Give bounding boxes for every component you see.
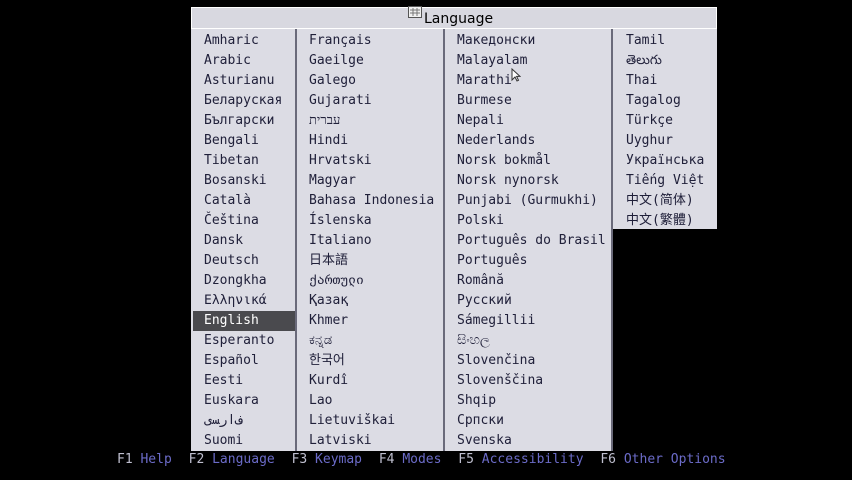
f2-language-key[interactable]: F2 Language (189, 451, 275, 469)
language-option[interactable]: Bahasa Indonesia (297, 191, 443, 211)
f5-accessibility-key[interactable]: F5 Accessibility (458, 451, 583, 469)
language-option[interactable]: Italiano (297, 231, 443, 251)
language-option[interactable]: Tagalog (613, 91, 717, 111)
language-list: Македонски Malayalam Marathi Burmese Nepali N… (445, 31, 611, 451)
language-option[interactable]: Polski (445, 211, 611, 231)
function-key-bar: F1 Help F2 Language F3 Keymap F4 Modes F… (117, 451, 735, 469)
language-option[interactable]: Deutsch (191, 251, 295, 271)
language-option[interactable]: Amharic (191, 31, 295, 51)
language-option[interactable]: Esperanto (191, 331, 295, 351)
language-option[interactable]: Malayalam (445, 51, 611, 71)
language-list: Amharic Arabic Asturianu Беларуская Българск… (191, 31, 295, 451)
language-option[interactable]: Türkçe (613, 111, 717, 131)
language-option[interactable]: Magyar (297, 171, 443, 191)
language-option[interactable]: Kurdî (297, 371, 443, 391)
language-option[interactable]: ქართული (297, 271, 443, 291)
language-option[interactable]: 中文(繁體) (613, 211, 717, 231)
language-option[interactable]: Arabic (191, 51, 295, 71)
language-column-1: Amharic Arabic Asturianu Беларуская Българск… (191, 29, 297, 451)
language-option[interactable]: ﻑﺍﺭﺴﻯ (191, 411, 295, 431)
language-option[interactable]: Bosanski (191, 171, 295, 191)
language-option[interactable]: Tiếng Việt (613, 171, 717, 191)
language-option[interactable]: Қазақ (297, 291, 443, 311)
language-option[interactable]: Српски (445, 411, 611, 431)
language-option[interactable]: Português do Brasil (445, 231, 611, 251)
language-list: Français Gaeilge Galego Gujarati עברית Hindi H… (297, 31, 443, 451)
language-option[interactable]: Nepali (445, 111, 611, 131)
language-option[interactable]: Galego (297, 71, 443, 91)
language-option[interactable]: Dansk (191, 231, 295, 251)
language-column-4: Tamil తెలుగు Thai Tagalog Türkçe Uyghur Україн… (613, 29, 717, 229)
keyboard-icon (408, 6, 422, 18)
language-option[interactable]: Marathi (445, 71, 611, 91)
language-option[interactable]: 中文(简体) (613, 191, 717, 211)
language-option[interactable]: Slovenščina (445, 371, 611, 391)
language-option[interactable]: Asturianu (191, 71, 295, 91)
language-option[interactable]: Română (445, 271, 611, 291)
language-option[interactable]: Burmese (445, 91, 611, 111)
language-option[interactable]: Български (191, 111, 295, 131)
language-dialog: Language Amharic Arabic Asturianu Беларуска… (191, 6, 717, 451)
language-option[interactable]: Íslenska (297, 211, 443, 231)
language-option[interactable]: Português (445, 251, 611, 271)
dialog-title: Language (424, 11, 494, 27)
language-option[interactable]: Беларуская (191, 91, 295, 111)
f3-keymap-key[interactable]: F3 Keymap (292, 451, 362, 469)
language-column-2: Français Gaeilge Galego Gujarati עברית Hindi H… (297, 29, 445, 451)
language-option[interactable]: Українська (613, 151, 717, 171)
language-option-selected[interactable]: English (193, 311, 295, 331)
language-option[interactable]: Nederlands (445, 131, 611, 151)
language-option[interactable]: Shqip (445, 391, 611, 411)
language-option[interactable]: Slovenčina (445, 351, 611, 371)
language-option[interactable]: Hrvatski (297, 151, 443, 171)
language-option[interactable]: Eesti (191, 371, 295, 391)
language-option[interactable]: Punjabi (Gurmukhi) (445, 191, 611, 211)
language-option[interactable]: Gaeilge (297, 51, 443, 71)
language-option[interactable]: Lao (297, 391, 443, 411)
f4-modes-key[interactable]: F4 Modes (379, 451, 442, 469)
f6-other-options-key[interactable]: F6 Other Options (600, 451, 725, 469)
language-option[interactable]: Svenska (445, 431, 611, 451)
language-column-3: Македонски Malayalam Marathi Burmese Nepali N… (445, 29, 613, 451)
language-option[interactable]: తెలుగు (613, 51, 717, 71)
language-option[interactable]: Tamil (613, 31, 717, 51)
language-option[interactable]: Русский (445, 291, 611, 311)
language-option[interactable]: Suomi (191, 431, 295, 451)
language-option[interactable]: Thai (613, 71, 717, 91)
language-option[interactable]: עברית (297, 111, 443, 131)
mouse-cursor-icon (511, 68, 521, 82)
language-option[interactable]: Sámegillii (445, 311, 611, 331)
language-option[interactable]: Ελληνικά (191, 291, 295, 311)
dialog-header: Language (191, 6, 717, 29)
language-option[interactable]: Lietuviškai (297, 411, 443, 431)
language-option[interactable]: Македонски (445, 31, 611, 51)
language-option[interactable]: Tibetan (191, 151, 295, 171)
language-option[interactable]: Khmer (297, 311, 443, 331)
language-option[interactable]: Latviski (297, 431, 443, 451)
language-option[interactable]: සිංහල (445, 331, 611, 351)
language-option[interactable]: Català (191, 191, 295, 211)
language-option[interactable]: Norsk nynorsk (445, 171, 611, 191)
f1-help-key[interactable]: F1 Help (117, 451, 172, 469)
language-option[interactable]: ಕನ್ನಡ (297, 331, 443, 351)
language-option[interactable]: Gujarati (297, 91, 443, 111)
language-option[interactable]: Norsk bokmål (445, 151, 611, 171)
language-option[interactable]: Français (297, 31, 443, 51)
language-list: Tamil తెలుగు Thai Tagalog Türkçe Uyghur Україн… (613, 31, 717, 231)
language-option[interactable]: Uyghur (613, 131, 717, 151)
language-option[interactable]: Español (191, 351, 295, 371)
language-option[interactable]: Bengali (191, 131, 295, 151)
language-option[interactable]: Dzongkha (191, 271, 295, 291)
language-option[interactable]: Euskara (191, 391, 295, 411)
language-option[interactable]: Hindi (297, 131, 443, 151)
language-option[interactable]: Čeština (191, 211, 295, 231)
language-option[interactable]: 日本語 (297, 251, 443, 271)
language-option[interactable]: 한국어 (297, 351, 443, 371)
